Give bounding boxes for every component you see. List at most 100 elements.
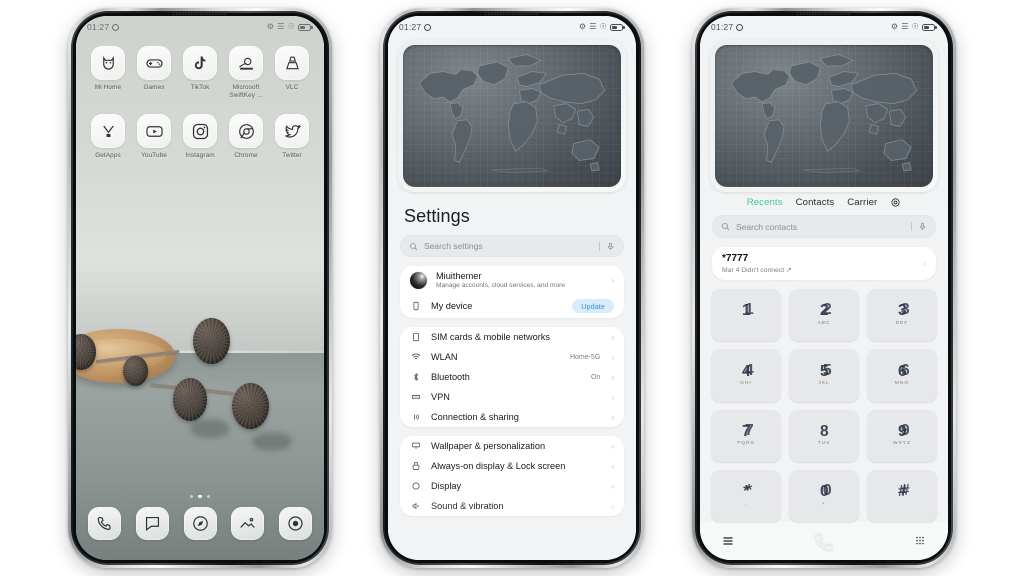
settings-item-sound[interactable]: Sound & vibration › — [400, 496, 624, 516]
tab-contacts[interactable]: Contacts — [796, 197, 835, 208]
dialpad-key-0[interactable]: 0+ — [789, 468, 859, 522]
tab-carrier[interactable]: Carrier — [847, 197, 877, 208]
dialpad-key-4[interactable]: 4GHI — [711, 348, 781, 402]
signal-icon: ☰ — [589, 22, 597, 31]
update-badge[interactable]: Update — [572, 299, 614, 313]
dialpad-key-5[interactable]: 5JKL — [789, 348, 859, 402]
dialpad-key-star[interactable]: *, — [711, 468, 781, 522]
settings-item-display[interactable]: Display › — [400, 476, 624, 496]
account-row[interactable]: Miuithemer Manage accounts, cloud servic… — [400, 266, 624, 294]
dialpad-key-2[interactable]: 2ABC — [789, 288, 859, 342]
settings-item-wallpaper[interactable]: Wallpaper & personalization › — [400, 436, 624, 456]
status-time: 01:27 — [87, 22, 110, 32]
settings-item-vpn[interactable]: VPN › — [400, 387, 624, 407]
recent-call-detail: Mar 4 Didn't connect ↗ — [722, 266, 923, 274]
gallery-photo-icon[interactable] — [231, 507, 265, 540]
dialpad-digit: 8 — [819, 422, 829, 440]
settings-item-connection-sharing[interactable]: Connection & sharing › — [400, 407, 624, 427]
dock — [76, 507, 324, 540]
settings-item-sim-cards[interactable]: SIM cards & mobile networks › — [400, 327, 624, 347]
page-indicator-dots — [76, 494, 324, 498]
app-twitter[interactable]: Twitter — [270, 114, 314, 160]
dialpad-key-6[interactable]: 6MNO — [867, 348, 937, 402]
connection-sharing-icon — [410, 412, 422, 422]
youtube-icon — [137, 114, 171, 148]
phone-screen-home: 01:27 ⚙ ☰ ☉ Mi Home Games TikTok Microso… — [76, 16, 324, 560]
signal-icon: ☰ — [277, 22, 285, 31]
alarm-icon — [424, 23, 432, 31]
dialpad-key-3[interactable]: 3DEF — [867, 288, 937, 342]
message-bubble-icon[interactable] — [135, 507, 169, 540]
phone-device-home: 01:27 ⚙ ☰ ☉ Mi Home Games TikTok Microso… — [68, 8, 332, 568]
status-time: 01:27 — [711, 22, 734, 32]
status-bar: 01:27 ⚙ ☰ ☉ — [76, 16, 324, 38]
home-screen: 01:27 ⚙ ☰ ☉ Mi Home Games TikTok Microso… — [76, 16, 324, 560]
microphone-icon[interactable] — [606, 242, 615, 251]
keypad-grid-icon[interactable] — [914, 535, 926, 547]
tiktok-icon — [183, 46, 217, 80]
my-device-row[interactable]: My device Update — [400, 294, 624, 318]
dialpad-key-9[interactable]: 9WXYZ — [867, 408, 937, 462]
signal-icon: ☰ — [901, 22, 909, 31]
swiftkey-icon — [229, 46, 263, 80]
settings-item-label: Display — [431, 481, 462, 491]
search-contacts-input[interactable]: Search contacts — [712, 215, 936, 238]
page-title: Settings — [404, 206, 470, 226]
page-dot[interactable] — [190, 494, 194, 498]
tab-recents[interactable]: Recents — [747, 197, 783, 208]
app-vlc[interactable]: VLC — [270, 46, 314, 100]
app-getapps[interactable]: GetApps — [86, 114, 130, 160]
settings-screen: 01:27 ⚙ ☰ ☉ Settings Search settings Miu… — [388, 16, 636, 560]
app-mi-home[interactable]: Mi Home — [86, 46, 130, 100]
dialpad-key-7[interactable]: 7PQRS — [711, 408, 781, 462]
display-settings-card: Wallpaper & personalization › Always-on … — [400, 436, 624, 516]
settings-item-wlan[interactable]: WLAN Home-5G › — [400, 347, 624, 367]
app-tiktok[interactable]: TikTok — [178, 46, 222, 100]
dialpad-digit: 5 — [820, 364, 829, 380]
gear-icon[interactable] — [890, 197, 901, 208]
battery-icon — [298, 23, 313, 31]
app-instagram[interactable]: Instagram — [178, 114, 222, 160]
app-label: Instagram — [185, 152, 215, 159]
camera-lens-icon[interactable] — [279, 507, 312, 540]
dialpad-digit: 6 — [898, 364, 907, 380]
status-bar-left: 01:27 — [711, 22, 744, 32]
world-map-widget[interactable] — [398, 40, 626, 192]
microphone-icon[interactable] — [918, 222, 927, 231]
vlc-cone-icon — [275, 46, 309, 80]
account-name-text: Miuithemer — [436, 271, 482, 281]
page-dot[interactable] — [206, 494, 210, 498]
menu-lines-icon[interactable] — [722, 535, 734, 547]
world-map-widget[interactable] — [710, 40, 938, 192]
app-swiftkey[interactable]: Microsoft SwiftKey ... — [224, 46, 268, 100]
settings-item-value: Home-5G — [569, 353, 601, 361]
search-settings-input[interactable]: Search settings — [400, 235, 624, 257]
page-dot-active[interactable] — [198, 494, 202, 498]
dialpad-key-8[interactable]: 8 TUV — [789, 408, 859, 462]
account-name: Miuithemer Manage accounts, cloud servic… — [436, 271, 602, 289]
avatar — [410, 271, 427, 289]
app-games[interactable]: Games — [132, 46, 176, 100]
app-chrome[interactable]: Chrome — [224, 114, 268, 160]
dialpad-key-hash[interactable]: # — [867, 468, 937, 522]
dialpad-letters: , — [744, 501, 748, 507]
gamepad-icon — [137, 46, 171, 80]
settings-item-label: SIM cards & mobile networks — [431, 332, 550, 342]
phone-screen-dialer: 01:27 ⚙ ☰ ☉ Recents Contacts Carrier Sea… — [700, 16, 948, 560]
status-bar: 01:27 ⚙ ☰ ☉ — [700, 16, 948, 38]
search-placeholder: Search contacts — [736, 221, 797, 232]
dialpad-key-1[interactable]: 1 — [711, 288, 781, 342]
recent-call-item[interactable]: *7777 Mar 4 Didn't connect ↗ › — [712, 247, 936, 280]
instagram-icon — [183, 114, 217, 148]
dialpad-letters: ABC — [817, 320, 831, 326]
call-handset-icon[interactable] — [810, 529, 838, 553]
app-youtube[interactable]: YouTube — [132, 114, 176, 160]
app-label: GetApps — [95, 152, 121, 159]
browser-compass-icon[interactable] — [183, 507, 217, 540]
settings-item-lock-screen[interactable]: Always-on display & Lock screen › — [400, 456, 624, 476]
dialpad-letters: MNO — [894, 381, 910, 387]
lock-icon — [410, 461, 422, 471]
phone-handset-icon[interactable] — [88, 507, 121, 540]
settings-item-bluetooth[interactable]: Bluetooth On › — [400, 367, 624, 387]
settings-item-value: On — [590, 373, 601, 381]
